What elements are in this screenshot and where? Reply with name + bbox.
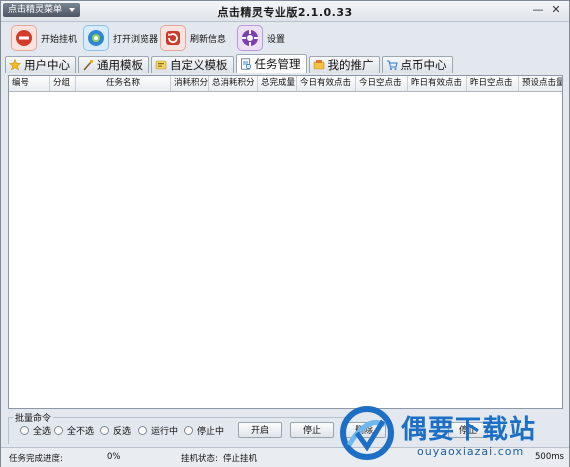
refresh-icon xyxy=(160,25,186,51)
radio-select-none[interactable]: 全不选 xyxy=(54,424,94,437)
progress-value: 0% xyxy=(107,452,121,462)
window-title: 点击精灵专业版2.1.0.33 xyxy=(217,6,353,19)
radio-dot[interactable] xyxy=(20,426,29,435)
tab-task-management-label: 任务管理 xyxy=(254,57,301,71)
radio-label: 全选 xyxy=(33,427,52,437)
minimize-button[interactable]: — xyxy=(531,4,545,16)
batch-legend: 批量命令 xyxy=(13,411,54,424)
app-window: 点击精灵菜单 点击精灵专业版2.1.0.33 — ✕ 开始挂机 打开浏览器 刷新… xyxy=(0,0,570,467)
settings-button[interactable]: 设置 xyxy=(237,25,285,51)
column-header[interactable]: 昨日空点击 xyxy=(467,76,519,91)
tab-user-center-label: 用户中心 xyxy=(24,58,70,72)
settings-icon xyxy=(237,25,263,51)
tab-coin-center[interactable]: 点币中心 xyxy=(381,56,453,73)
column-header[interactable]: 任务名称 xyxy=(76,76,171,91)
close-button[interactable]: ✕ xyxy=(549,4,563,16)
stop-button[interactable]: 停止 xyxy=(290,422,334,438)
progress-label: 任务完成进度: xyxy=(9,454,63,464)
tab-bar: 用户中心 通用模板 自定义模板 任务管理 我的推广 点币中心 xyxy=(5,54,453,74)
column-header[interactable]: 分组 xyxy=(50,76,76,91)
radio-invert[interactable]: 反选 xyxy=(100,424,131,437)
tab-my-promotion[interactable]: 我的推广 xyxy=(308,56,380,73)
column-header[interactable]: 今日有效点击 xyxy=(297,76,356,91)
title-bar: 点击精灵菜单 点击精灵专业版2.1.0.33 — ✕ xyxy=(1,1,569,22)
column-header[interactable]: 总消耗积分 xyxy=(209,76,258,91)
refresh-info-button[interactable]: 刷新信息 xyxy=(160,25,226,51)
promotion-icon xyxy=(313,59,325,71)
radio-dot[interactable] xyxy=(100,426,109,435)
radio-label: 运行中 xyxy=(151,427,179,437)
radio-select-all[interactable]: 全选 xyxy=(20,424,51,437)
watermark-brand: 偶要下载站 xyxy=(401,415,537,445)
tab-user-center[interactable]: 用户中心 xyxy=(5,56,76,73)
column-header[interactable]: 昨日有效点击 xyxy=(408,76,467,91)
tab-general-template[interactable]: 通用模板 xyxy=(78,56,149,73)
hang-status-value: 停止挂机 xyxy=(223,454,258,464)
start-hang-button[interactable]: 开始挂机 xyxy=(11,25,77,51)
column-header[interactable]: 预设点击量 xyxy=(519,76,562,91)
tab-coin-center-label: 点币中心 xyxy=(400,58,447,72)
cart-icon xyxy=(386,59,398,71)
watermark-url: ouyaoxiazai.com xyxy=(417,445,525,458)
task-table[interactable]: 编号 分组 任务名称 消耗积分 总消耗积分 总完成量 今日有效点击 今日空点击 … xyxy=(8,75,563,409)
watermark: 偶要下载站 ouyaoxiazai.com xyxy=(331,403,569,465)
radio-dot[interactable] xyxy=(184,426,193,435)
radio-label: 停止中 xyxy=(197,427,225,437)
watermark-logo-icon xyxy=(340,406,394,460)
star-icon xyxy=(9,59,21,71)
start-hang-label: 开始挂机 xyxy=(41,34,78,45)
custom-template-icon xyxy=(155,59,167,71)
radio-dot[interactable] xyxy=(54,426,63,435)
open-browser-label: 打开浏览器 xyxy=(113,34,159,45)
hang-status-label: 挂机状态: xyxy=(181,454,218,464)
browser-icon xyxy=(83,25,109,51)
tab-custom-template-label: 自定义模板 xyxy=(170,58,228,72)
open-browser-button[interactable]: 打开浏览器 xyxy=(83,25,158,51)
tab-task-management[interactable]: 任务管理 xyxy=(235,54,307,73)
radio-label: 全不选 xyxy=(67,427,95,437)
column-header[interactable]: 今日空点击 xyxy=(356,76,408,91)
settings-label: 设置 xyxy=(267,34,286,45)
radio-running[interactable]: 运行中 xyxy=(138,424,178,437)
wand-icon xyxy=(82,59,94,71)
column-header[interactable]: 编号 xyxy=(9,76,50,91)
toolbar: 开始挂机 打开浏览器 刷新信息 设置 xyxy=(1,22,569,54)
radio-label: 反选 xyxy=(113,427,132,437)
start-button[interactable]: 开启 xyxy=(238,422,282,438)
refresh-info-label: 刷新信息 xyxy=(190,34,227,45)
table-header: 编号 分组 任务名称 消耗积分 总消耗积分 总完成量 今日有效点击 今日空点击 … xyxy=(9,76,562,92)
tab-general-template-label: 通用模板 xyxy=(97,58,143,72)
column-header[interactable]: 消耗积分 xyxy=(171,76,209,91)
tab-custom-template[interactable]: 自定义模板 xyxy=(151,56,234,73)
radio-stopped[interactable]: 停止中 xyxy=(184,424,224,437)
tab-my-promotion-label: 我的推广 xyxy=(327,58,374,72)
task-icon xyxy=(240,58,252,70)
column-header[interactable]: 总完成量 xyxy=(258,76,297,91)
start-hang-icon xyxy=(11,25,37,51)
radio-dot[interactable] xyxy=(138,426,147,435)
